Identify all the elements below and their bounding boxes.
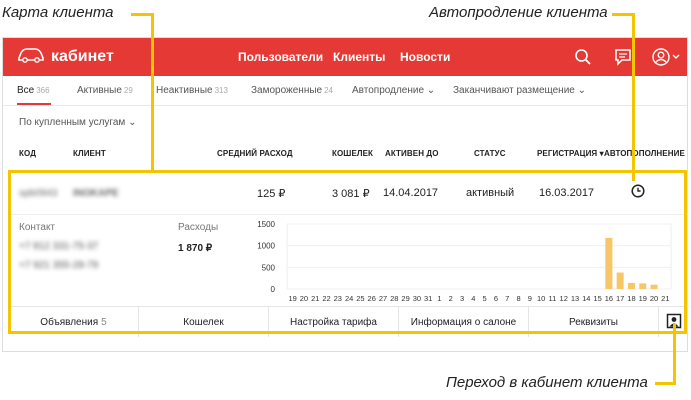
- callout-line: [612, 13, 634, 16]
- services-filter[interactable]: По купленным услугам ⌄: [19, 117, 136, 128]
- nav-clients[interactable]: Клиенты: [333, 50, 385, 64]
- callout-line: [151, 13, 154, 173]
- car-icon: [17, 47, 45, 68]
- tab-all[interactable]: Все 366: [17, 85, 50, 96]
- search-icon[interactable]: [573, 47, 593, 67]
- column-autotopup[interactable]: АВТОПОПОЛНЕНИЕ: [604, 149, 685, 158]
- callout-line: [131, 13, 153, 16]
- callout-line: [632, 13, 635, 181]
- top-bar: кабинет Пользователи Клиенты Новости: [3, 38, 687, 76]
- client-card-highlight: [8, 170, 687, 334]
- chat-icon[interactable]: [613, 47, 633, 67]
- column-avg-spend[interactable]: СРЕДНИЙ РАСХОД: [217, 149, 293, 158]
- column-status[interactable]: СТАТУС: [474, 149, 506, 158]
- divider: [3, 105, 687, 106]
- logo[interactable]: кабинет: [17, 46, 114, 68]
- column-client[interactable]: КЛИЕНТ: [73, 149, 106, 158]
- nav-news[interactable]: Новости: [400, 50, 450, 64]
- column-registration[interactable]: РЕГИСТРАЦИЯ ▾: [537, 149, 604, 158]
- tab-ending[interactable]: Заканчивают размещение ⌄: [453, 85, 586, 96]
- column-active-until[interactable]: АКТИВЕН ДО: [385, 149, 439, 158]
- nav-users[interactable]: Пользователи: [238, 50, 323, 64]
- chevron-down-icon: ⌄: [426, 85, 436, 96]
- tab-autorenewal[interactable]: Автопродление ⌄: [352, 85, 435, 96]
- callout-line: [673, 324, 676, 383]
- annotation-goto-cabinet: Переход в кабинет клиента: [446, 374, 648, 391]
- annotation-client-card: Карта клиента: [2, 4, 114, 21]
- annotation-auto-renewal: Автопродление клиента: [429, 4, 608, 21]
- tab-inactive[interactable]: Неактивные 313: [156, 85, 228, 96]
- chevron-down-icon: ⌄: [128, 117, 137, 128]
- user-icon[interactable]: [651, 47, 683, 67]
- column-wallet[interactable]: КОШЕЛЕК: [332, 149, 373, 158]
- callout-line: [655, 382, 676, 385]
- column-code[interactable]: КОД: [19, 149, 36, 158]
- chevron-down-icon: ⌄: [577, 85, 587, 96]
- tab-active[interactable]: Активные 29: [77, 85, 133, 96]
- tab-frozen[interactable]: Замороженные 24: [251, 85, 333, 96]
- brand-label: кабинет: [51, 48, 114, 65]
